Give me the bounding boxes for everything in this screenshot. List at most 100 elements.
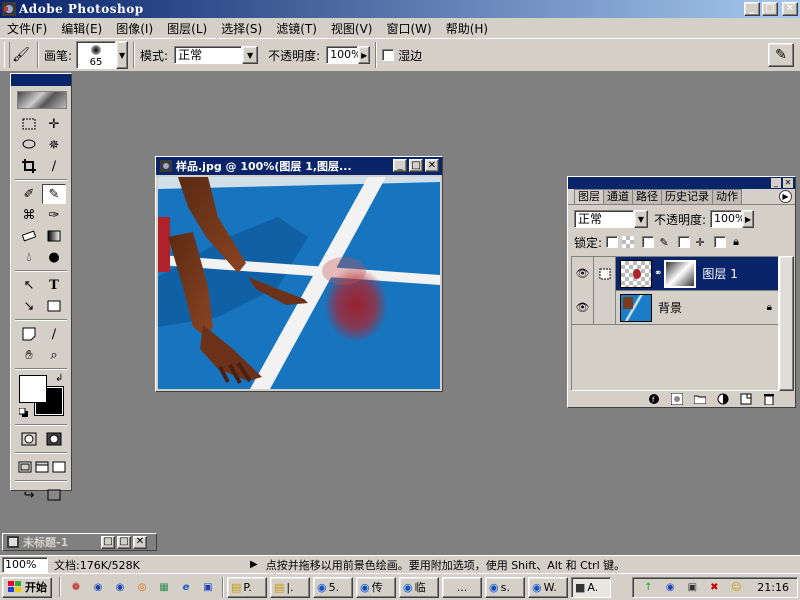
eye-icon[interactable]: 👁︎ <box>572 290 594 325</box>
shape-icon[interactable] <box>42 296 66 316</box>
hand-icon[interactable]: ✋︎ <box>17 345 41 365</box>
lasso-icon[interactable] <box>17 135 41 155</box>
chevron-down-icon[interactable]: ▼ <box>634 210 648 228</box>
swap-colors-icon[interactable]: ↲ <box>55 373 63 384</box>
lock-transparency-checkbox[interactable] <box>606 236 619 248</box>
clone-stamp-icon[interactable]: ⌘ <box>17 205 41 225</box>
doc-minimize-button[interactable]: _ <box>393 159 407 172</box>
document-canvas[interactable] <box>158 177 440 389</box>
taskbar-button-6[interactable]: ... <box>442 576 482 598</box>
media-icon[interactable]: ◉ <box>90 579 106 595</box>
paintbrush-link-icon[interactable] <box>594 256 616 291</box>
chevron-right-icon[interactable]: ▶ <box>358 46 371 64</box>
foreground-color-swatch[interactable] <box>19 375 47 403</box>
media-icon-2[interactable]: ◉ <box>112 579 128 595</box>
layers-palette[interactable]: _ ✕ 图层 通道 路径 历史记录 动作 ▶ 正常 ▼ 不透明度: 100% ▶… <box>567 176 796 408</box>
menu-edit[interactable]: 编辑(E) <box>54 20 109 37</box>
layer-list-scrollbar[interactable] <box>779 256 794 391</box>
palette-well-brush-icon[interactable]: ✎ <box>768 43 794 67</box>
menu-layer[interactable]: 图层(L) <box>160 20 214 37</box>
taskbar-button-8[interactable]: ◉ W. <box>528 576 568 598</box>
default-colors-icon[interactable] <box>18 407 29 417</box>
photoshop-logo-icon[interactable] <box>17 91 67 109</box>
document-size[interactable]: 文档:176K/528K <box>54 557 244 573</box>
new-group-icon[interactable] <box>690 393 710 406</box>
eye-icon[interactable]: 👁︎ <box>572 256 594 291</box>
move-icon[interactable]: ✛ <box>42 114 66 134</box>
qq-icon[interactable]: ❁ <box>68 579 84 595</box>
full-screen-icon[interactable] <box>51 457 67 477</box>
layer-thumbnail[interactable] <box>620 259 652 288</box>
paintbrush-link-icon[interactable] <box>594 290 616 325</box>
standard-mode-icon[interactable] <box>17 429 41 449</box>
network-icon[interactable]: ↑ <box>640 579 656 595</box>
menu-window[interactable]: 窗口(W) <box>379 20 438 37</box>
menu-help[interactable]: 帮助(H) <box>439 20 495 37</box>
imageready-icon[interactable] <box>42 485 66 505</box>
menu-select[interactable]: 选择(S) <box>214 20 269 37</box>
rectangular-marquee-icon[interactable] <box>17 114 41 134</box>
start-button[interactable]: 开始 <box>2 576 52 598</box>
status-menu-arrow-icon[interactable]: ▶ <box>250 559 258 570</box>
player-icon[interactable]: ◎ <box>134 579 150 595</box>
zoom-icon[interactable]: ⌕ <box>42 345 66 365</box>
maximize-button[interactable]: □ <box>762 2 778 16</box>
tray-qq-icon[interactable]: ☺ <box>728 579 744 595</box>
new-layer-icon[interactable] <box>736 393 756 406</box>
blend-mode-select[interactable]: 正常 ▼ <box>574 210 648 228</box>
crop-icon[interactable] <box>17 156 41 176</box>
palette-minimize-button[interactable]: _ <box>771 178 781 188</box>
layer-name[interactable]: 背景 <box>658 299 682 316</box>
zoom-level-field[interactable]: 100% <box>2 556 48 573</box>
tray-app-icon[interactable]: ▣ <box>684 579 700 595</box>
layer-row-background[interactable]: 👁︎ 背景 🔒︎ <box>572 290 778 325</box>
dodge-icon[interactable]: ● <box>42 247 66 267</box>
taskbar-button-1[interactable]: ▤ P. <box>227 576 267 598</box>
opacity-field[interactable]: 100% ▶ <box>326 46 371 64</box>
chain-link-icon[interactable]: ⚭ <box>654 268 662 279</box>
taskbar-button-7[interactable]: ◉ s. <box>485 576 525 598</box>
magic-wand-icon[interactable]: ✵ <box>42 135 66 155</box>
adjustment-layer-icon[interactable] <box>713 393 733 406</box>
gradient-icon[interactable] <box>42 226 66 246</box>
tray-media-icon[interactable]: ◉ <box>662 579 678 595</box>
layer-row-1[interactable]: 👁︎ ⚭ 图层 1 <box>572 256 778 291</box>
taskbar-button-2[interactable]: ▤ |. <box>270 576 310 598</box>
taskbar-button-5[interactable]: ◉ 临 <box>399 576 439 598</box>
layer-style-icon[interactable]: f <box>644 393 664 406</box>
taskbar-button-4[interactable]: ◉ 传 <box>356 576 396 598</box>
wet-edges-checkbox[interactable] <box>382 49 395 61</box>
path-selection-icon[interactable]: ↖ <box>17 275 41 295</box>
document-window[interactable]: 样品.jpg @ 100%(图层 1,图层... _ □ ✕ <box>155 156 443 392</box>
tray-antivirus-icon[interactable]: ✖ <box>706 579 722 595</box>
full-screen-menu-icon[interactable] <box>34 457 50 477</box>
eraser-icon[interactable] <box>17 226 41 246</box>
trash-icon[interactable] <box>759 393 779 406</box>
layer-name[interactable]: 图层 1 <box>702 265 737 282</box>
layer-thumbnail[interactable] <box>620 293 652 322</box>
layer-opacity-value[interactable]: 100% <box>710 210 746 228</box>
palette-menu-icon[interactable]: ▶ <box>779 190 792 203</box>
healing-brush-icon[interactable]: ✐ <box>17 184 41 204</box>
add-mask-icon[interactable] <box>667 393 687 406</box>
maximize-button[interactable]: □ <box>117 535 131 549</box>
jump-to-imageready-icon[interactable]: ↪ <box>17 485 41 505</box>
toolbox-title-bar[interactable] <box>11 74 71 86</box>
tab-actions[interactable]: 动作 <box>712 189 742 204</box>
opacity-value[interactable]: 100% <box>326 46 362 64</box>
notes-icon[interactable] <box>17 324 41 344</box>
minimize-button[interactable]: _ <box>744 2 760 16</box>
tab-layers[interactable]: 图层 <box>574 189 604 204</box>
tab-history[interactable]: 历史记录 <box>661 189 713 204</box>
doc-maximize-button[interactable]: □ <box>409 159 423 172</box>
brush-icon[interactable]: ✎ <box>42 184 66 204</box>
show-desktop-icon[interactable]: ▣ <box>200 579 216 595</box>
chevron-down-icon[interactable]: ▼ <box>242 46 259 64</box>
clock[interactable]: 21:16 <box>757 581 789 594</box>
close-button[interactable]: ✕ <box>782 2 798 16</box>
brush-preset-picker[interactable]: 65 <box>76 41 117 69</box>
brush-dropdown-arrow[interactable]: ▼ <box>116 41 129 69</box>
menu-file[interactable]: 文件(F) <box>0 20 54 37</box>
eyedropper-icon[interactable]: ∕ <box>42 324 66 344</box>
lock-position-checkbox[interactable] <box>678 236 691 248</box>
